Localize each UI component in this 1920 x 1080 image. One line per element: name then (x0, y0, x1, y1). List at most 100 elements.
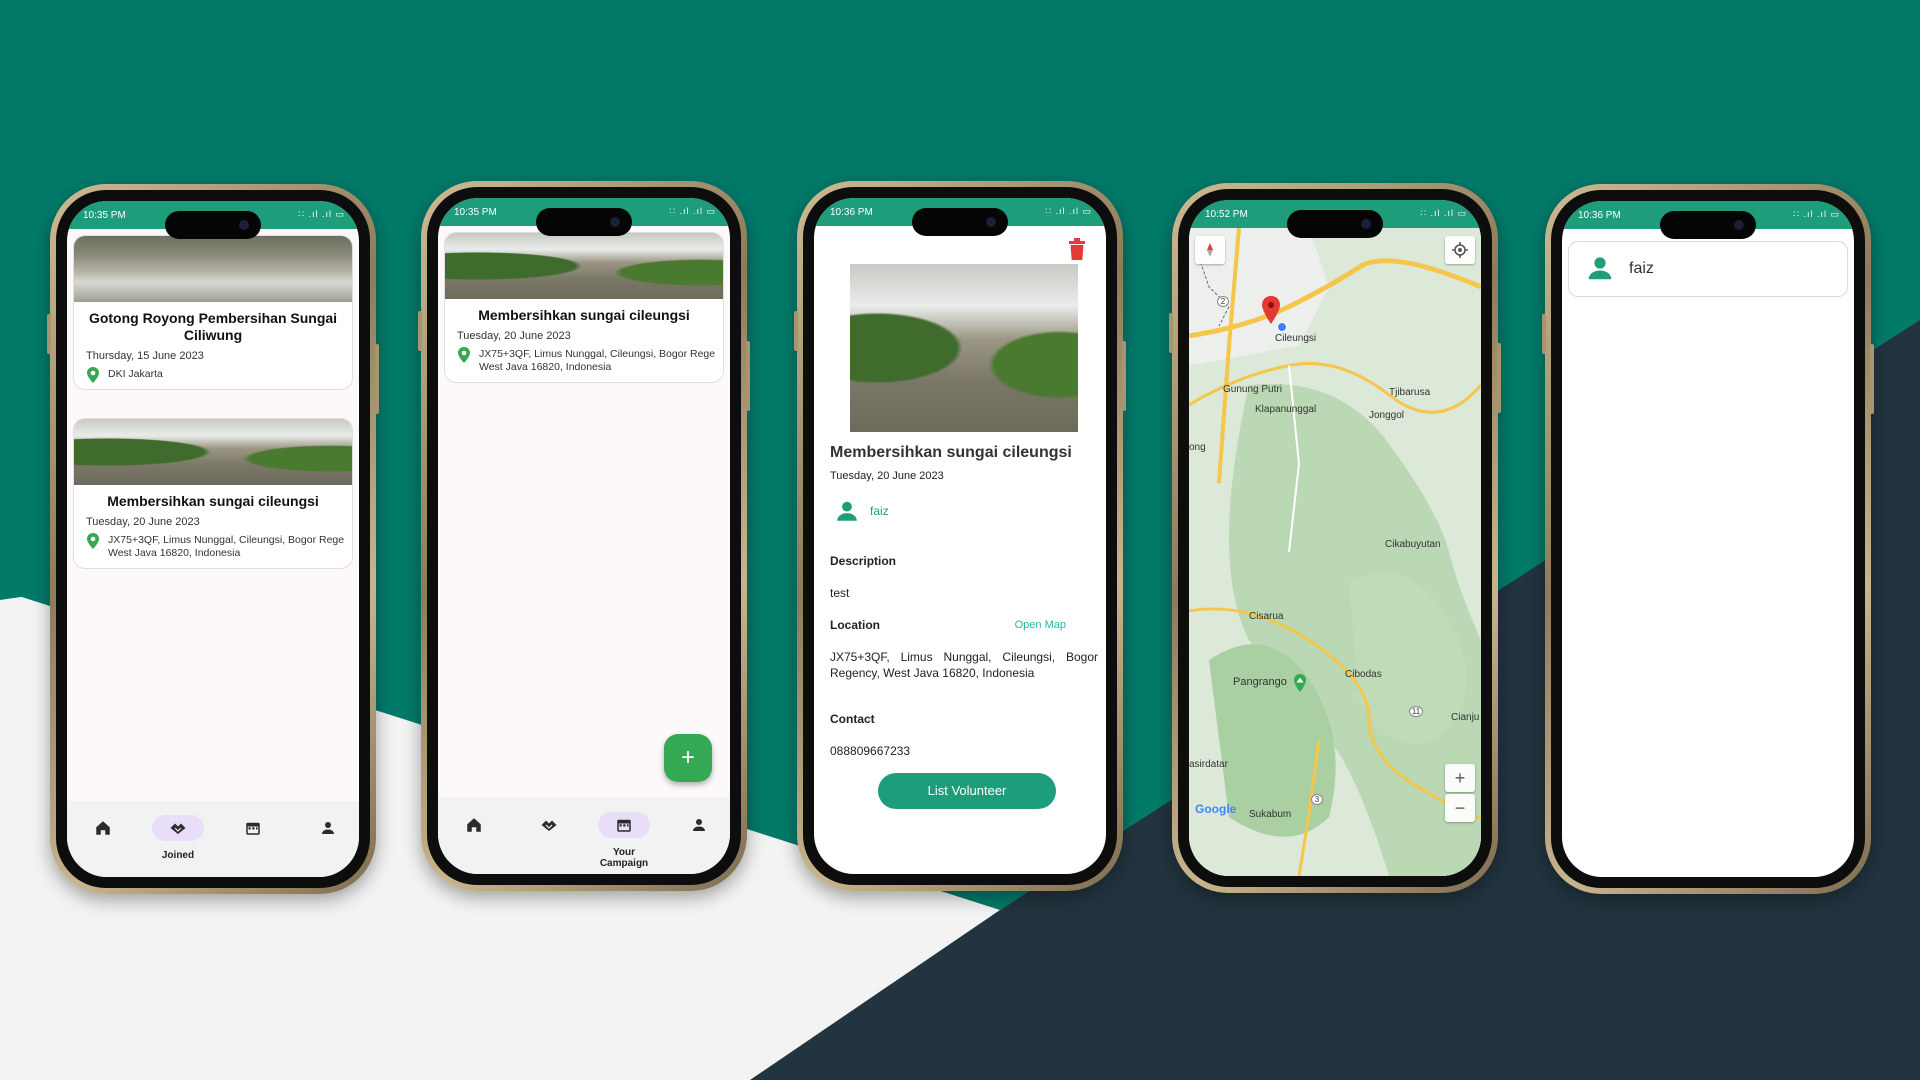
nav-calendar[interactable] (223, 815, 283, 846)
map-label: ong (1189, 442, 1206, 453)
map-terrain (1189, 228, 1481, 876)
campaign-card[interactable]: Membersihkan sungai cileungsi Tuesday, 2… (444, 232, 724, 383)
campaign-location: DKI Jakarta (74, 366, 352, 389)
map-label: Klapanunggal (1255, 404, 1317, 415)
person-icon (1588, 257, 1612, 280)
location-text-line2: West Java 16820, Indonesia (479, 361, 612, 373)
side-button (1169, 313, 1173, 353)
location-text-line2: West Java 16820, Indonesia (108, 547, 241, 559)
nav-pill (302, 815, 354, 841)
nav-pill (77, 815, 129, 841)
phone-joined: 10:35 PM ∷ .ıl .ıl ▭ Gotong Royong Pembe… (47, 184, 379, 894)
bezel: 10:36 PM ∷ .ıl .ıl ▭ faiz (1551, 190, 1865, 888)
description-text: test (830, 586, 850, 600)
nav-home[interactable] (444, 812, 504, 843)
location-text-line1: JX75+3QF, Limus Nunggal, Cileungsi, Bogo… (479, 348, 716, 360)
map-marker-icon[interactable] (1261, 296, 1281, 324)
side-button (1497, 343, 1501, 413)
status-time: 10:36 PM (830, 207, 873, 218)
contact-text: 088809667233 (830, 744, 911, 758)
nav-home[interactable] (73, 815, 133, 846)
my-location-button[interactable] (1445, 236, 1475, 264)
road-number: 11 (1409, 706, 1423, 717)
status-time: 10:35 PM (454, 207, 497, 218)
crosshair-icon (1452, 242, 1468, 258)
mountain-pin-icon (1294, 674, 1306, 692)
nav-pill (448, 812, 500, 838)
location-text: JX75+3QF, Limus Nunggal, Cileungsi, Bogo… (830, 650, 1098, 680)
campaign-date: Tuesday, 20 June 2023 (830, 470, 944, 482)
phone-map: 10:52 PM ∷ .ıl .ıl ▭ Cileungsi Gunung Pu… (1169, 183, 1501, 893)
side-button (1122, 341, 1126, 411)
bottom-nav: Your Campaign (438, 798, 730, 874)
nav-pill-active (152, 815, 204, 841)
status-time: 10:52 PM (1205, 209, 1248, 220)
zoom-in-button[interactable]: + (1445, 764, 1475, 792)
handshake-icon (541, 820, 557, 831)
side-button (794, 311, 798, 351)
compass-needle-icon (1207, 243, 1213, 257)
side-button (375, 344, 379, 414)
side-button (418, 311, 422, 351)
map-label: Gunung Putri (1223, 384, 1282, 395)
campaign-location: JX75+3QF, Limus Nunggal, Cileungsi, Bogo… (445, 346, 723, 382)
profile-card[interactable]: faiz (1568, 241, 1848, 297)
calendar-icon (617, 819, 631, 832)
current-location-dot (1277, 322, 1287, 332)
screen: 10:36 PM ∷ .ıl .ıl ▭ faiz (1562, 201, 1854, 877)
zoom-out-button[interactable]: − (1445, 794, 1475, 822)
nav-joined[interactable]: Joined (148, 815, 208, 861)
dynamic-island (912, 208, 1008, 236)
campaign-card[interactable]: Membersihkan sungai cileungsi Tuesday, 2… (73, 418, 353, 569)
screen: 10:35 PM ∷ .ıl .ıl ▭ Membersihkan sungai… (438, 198, 730, 874)
bezel: 10:35 PM ∷ .ıl .ıl ▭ Membersihkan sungai… (427, 187, 741, 885)
side-button (1542, 314, 1546, 354)
screen: 10:35 PM ∷ .ıl .ıl ▭ Gotong Royong Pembe… (67, 201, 359, 877)
campaign-date: Tuesday, 20 June 2023 (86, 516, 200, 528)
bezel: 10:52 PM ∷ .ıl .ıl ▭ Cileungsi Gunung Pu… (1178, 189, 1492, 887)
map-label: Cibodas (1345, 669, 1382, 680)
compass-icon[interactable] (1195, 236, 1225, 264)
map-view[interactable]: Cileungsi Gunung Putri Klapanunggal Tjib… (1189, 228, 1481, 876)
dynamic-island (536, 208, 632, 236)
bottom-nav: Joined (67, 801, 359, 877)
campaign-title: Membersihkan sungai cileungsi (107, 493, 319, 509)
nav-pill (227, 815, 279, 841)
nav-pill-active (598, 812, 650, 838)
phone-your-campaign: 10:35 PM ∷ .ıl .ıl ▭ Membersihkan sungai… (418, 181, 750, 891)
nav-pill (673, 812, 725, 838)
delete-icon[interactable] (1068, 238, 1086, 260)
username: faiz (1629, 260, 1654, 277)
add-campaign-button[interactable]: + (664, 734, 712, 782)
location-pin-icon (458, 347, 470, 363)
nav-joined[interactable] (519, 812, 579, 843)
screen: 10:52 PM ∷ .ıl .ıl ▭ Cileungsi Gunung Pu… (1189, 200, 1481, 876)
location-text: DKI Jakarta (108, 368, 163, 380)
map-label: Cisarua (1249, 611, 1284, 622)
campaign-title: Membersihkan sungai cileungsi (830, 444, 1072, 461)
person-icon (693, 819, 705, 831)
campaign-image (74, 419, 352, 485)
open-map-link[interactable]: Open Map (1015, 619, 1066, 631)
status-icons: ∷ .ıl .ıl ▭ (1793, 209, 1840, 219)
nav-pill (523, 812, 575, 838)
road-number: 3 (1311, 794, 1323, 805)
phone-profile: 10:36 PM ∷ .ıl .ıl ▭ faiz (1542, 184, 1874, 894)
location-pin-icon (87, 367, 99, 383)
location-text-line1: JX75+3QF, Limus Nunggal, Cileungsi, Bogo… (108, 534, 345, 546)
nav-profile[interactable] (298, 815, 358, 846)
campaign-title: Membersihkan sungai cileungsi (478, 307, 690, 323)
nav-label: Your Campaign (599, 847, 649, 869)
nav-profile[interactable] (669, 812, 729, 843)
handshake-icon (170, 823, 186, 834)
campaign-date: Tuesday, 20 June 2023 (457, 330, 571, 342)
description-label: Description (830, 554, 897, 568)
organizer-name[interactable]: faiz (870, 504, 889, 518)
bezel: 10:35 PM ∷ .ıl .ıl ▭ Gotong Royong Pembe… (56, 190, 370, 888)
google-logo: Google (1195, 802, 1237, 816)
status-time: 10:35 PM (83, 210, 126, 221)
campaign-card[interactable]: Gotong Royong Pembersihan Sungai Ciliwun… (73, 235, 353, 390)
list-volunteer-button[interactable]: List Volunteer (878, 773, 1056, 809)
nav-your-campaign[interactable]: Your Campaign (594, 812, 654, 869)
bezel: 10:36 PM ∷ .ıl .ıl ▭ Membersihkan sungai… (803, 187, 1117, 885)
